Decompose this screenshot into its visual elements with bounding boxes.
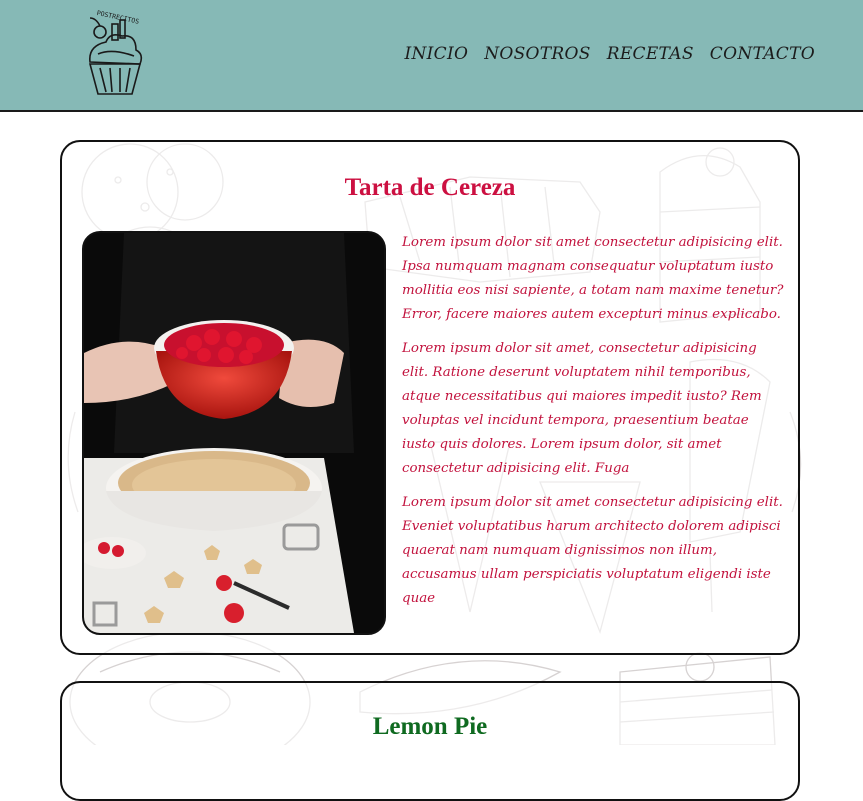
- recipe-paragraph: Lorem ipsum dolor sit amet consectetur a…: [402, 235, 784, 322]
- recipe-card-cherry-pie: Tarta de Cereza Lorem ipsum dolor sit am…: [60, 140, 800, 655]
- recipe-photo: [82, 231, 386, 635]
- site-header: POSTRECITOS INICIO NOSOTROS RECETAS CONT…: [0, 0, 863, 112]
- nav-recetas[interactable]: RECETAS: [607, 44, 694, 64]
- recipe-paragraph: Lorem ipsum dolor sit amet, consectetur …: [402, 341, 762, 476]
- recipe-description: Lorem ipsum dolor sit amet consectetur a…: [402, 231, 784, 621]
- main-nav: INICIO NOSOTROS RECETAS CONTACTO: [404, 44, 815, 64]
- nav-nosotros[interactable]: NOSOTROS: [484, 44, 591, 64]
- cupcake-logo[interactable]: POSTRECITOS: [76, 10, 156, 100]
- nav-contacto[interactable]: CONTACTO: [710, 44, 815, 64]
- cherry-pie-photo: [84, 233, 384, 633]
- recipe-title: Tarta de Cereza: [344, 174, 516, 201]
- nav-inicio[interactable]: INICIO: [404, 44, 468, 64]
- recipe-paragraph: Lorem ipsum dolor sit amet consectetur a…: [402, 495, 783, 606]
- recipe-title: Lemon Pie: [372, 713, 488, 740]
- recipe-card-lemon-pie: Lemon Pie: [60, 681, 800, 801]
